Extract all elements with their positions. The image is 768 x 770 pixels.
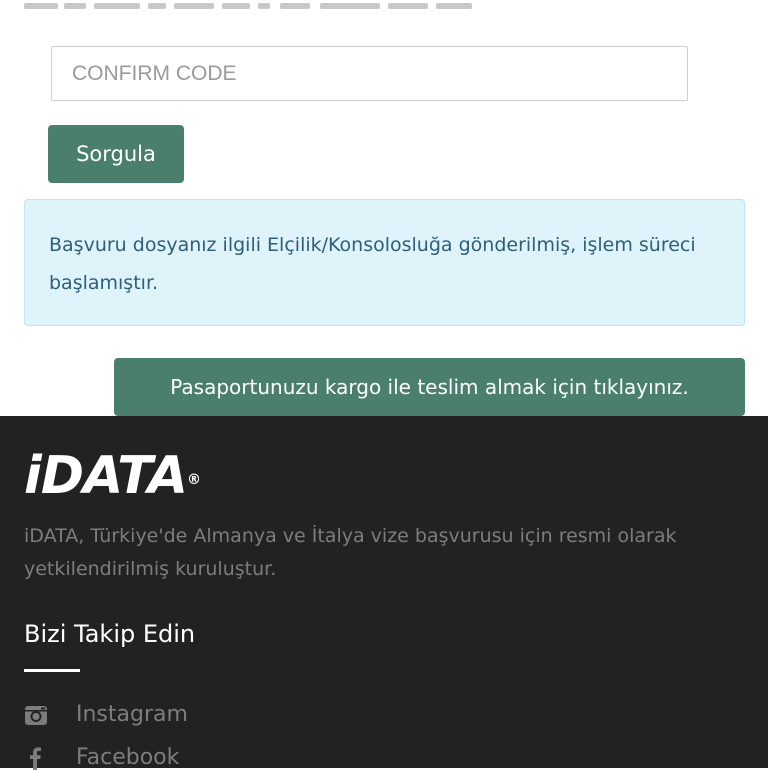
status-message: Başvuru dosyanız ilgili Elçilik/Konsolos… xyxy=(49,234,696,294)
footer-description: iDATA, Türkiye'de Almanya ve İtalya vize… xyxy=(24,525,677,580)
logo-text: iDATA xyxy=(24,446,188,506)
confirm-code-input[interactable] xyxy=(51,46,688,101)
facebook-icon xyxy=(24,746,48,770)
status-alert: Başvuru dosyanız ilgili Elçilik/Konsolos… xyxy=(24,199,745,326)
footer: iDATA® iDATA, Türkiye'de Almanya ve İtal… xyxy=(0,416,768,770)
facebook-label: Facebook xyxy=(76,745,180,770)
registered-mark: ® xyxy=(186,472,201,488)
instagram-label: Instagram xyxy=(76,702,188,727)
cargo-delivery-button[interactable]: Pasaportunuzu kargo ile teslim almak içi… xyxy=(114,358,745,416)
instagram-icon xyxy=(24,703,48,727)
heading-underline xyxy=(24,669,80,672)
follow-us-heading: Bizi Takip Edin xyxy=(24,620,196,648)
instagram-link[interactable]: Instagram xyxy=(24,702,188,727)
sorgula-button[interactable]: Sorgula xyxy=(48,125,184,183)
captcha-image xyxy=(24,0,474,18)
idata-logo[interactable]: iDATA® xyxy=(24,446,201,506)
facebook-link[interactable]: Facebook xyxy=(24,745,179,770)
